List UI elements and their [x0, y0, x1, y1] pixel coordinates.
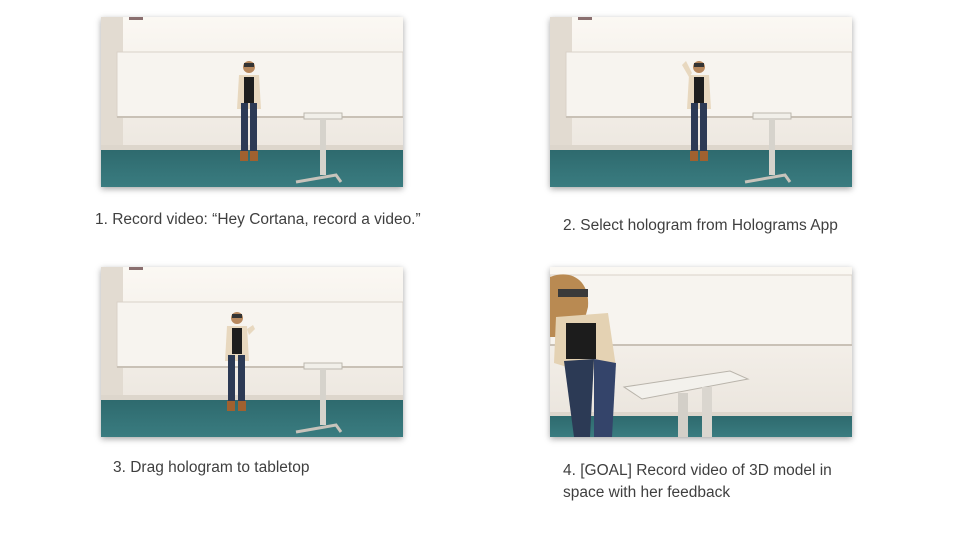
- step-3-caption: 3. Drag hologram to tabletop: [113, 459, 310, 476]
- step-1-caption: 1. Record video: “Hey Cortana, record a …: [95, 211, 421, 228]
- step-4-photo: [550, 267, 852, 437]
- step-4-caption-line-1: 4. [GOAL] Record video of 3D model in: [563, 462, 832, 479]
- step-1-photo: [101, 17, 403, 187]
- step-2-photo: [550, 17, 852, 187]
- step-2-caption: 2. Select hologram from Holograms App: [563, 217, 838, 234]
- slide: 1. Record video: “Hey Cortana, record a …: [0, 0, 960, 540]
- step-3-photo: [101, 267, 403, 437]
- step-4-caption: 4. [GOAL] Record video of 3D model in sp…: [563, 460, 843, 504]
- step-4-caption-line-2: space with her feedback: [563, 484, 731, 501]
